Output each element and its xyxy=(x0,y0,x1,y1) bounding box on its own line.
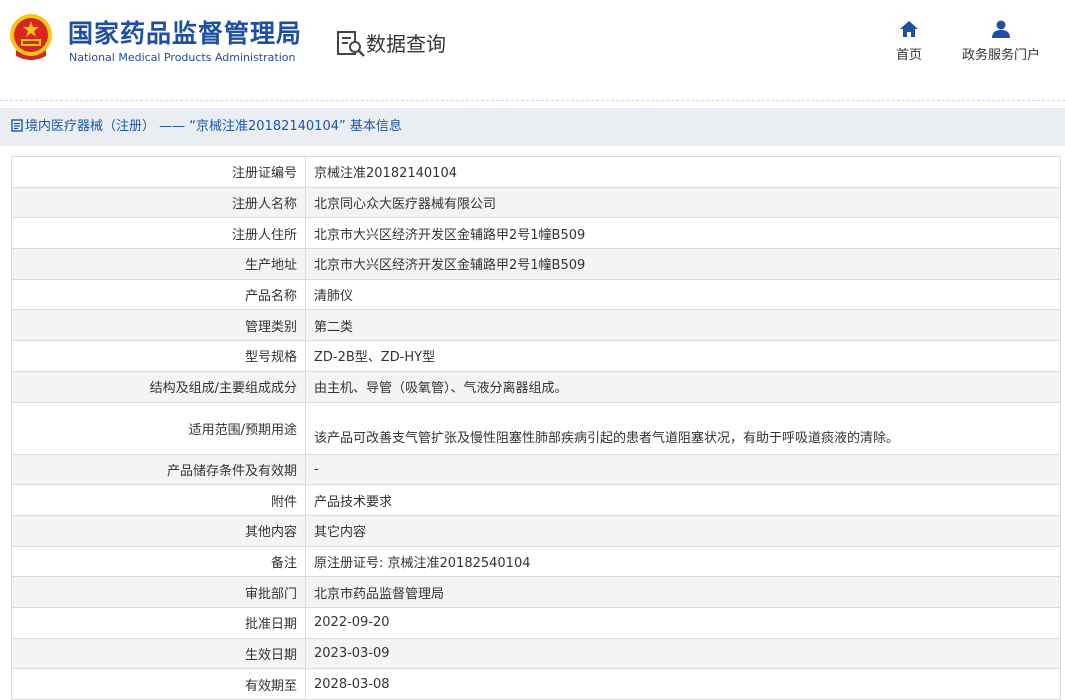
table-row: 适用范围/预期用途 该产品可改善支气管扩张及慢性阻塞性肺部疾病引起的患者气道阻塞状… xyxy=(11,401,1061,455)
field-label: 生产地址 xyxy=(11,248,306,280)
field-label: 备注 xyxy=(11,545,306,578)
field-label: 产品名称 xyxy=(11,278,306,311)
field-value: 北京市大兴区经济开发区金辅路甲2号1幢B509 xyxy=(305,248,1061,280)
field-label: 产品储存条件及有效期 xyxy=(11,453,306,486)
field-label: 生效日期 xyxy=(11,637,306,670)
field-value: ZD-2B型、ZD-HY型 xyxy=(305,340,1061,372)
nav-service-label: 政务服务门户 xyxy=(961,48,1040,63)
field-value: 2028-03-08 xyxy=(305,668,1061,700)
field-value: 北京同心众大医疗器械有限公司 xyxy=(305,186,1061,219)
breadcrumb-text: 境内医疗器械（注册） —— “京械注准20182140104” 基本信息 xyxy=(25,119,402,134)
field-label: 批准日期 xyxy=(11,606,306,639)
field-value: 2023-03-09 xyxy=(305,637,1061,670)
field-value: 产品技术要求 xyxy=(305,484,1061,516)
user-icon xyxy=(992,20,1010,38)
field-label: 型号规格 xyxy=(11,340,306,372)
field-value: 北京市药品监督管理局 xyxy=(305,576,1061,608)
table-row: 生效日期 2023-03-09 xyxy=(11,637,1061,670)
field-label: 其他内容 xyxy=(11,514,306,547)
field-value: 第二类 xyxy=(305,309,1061,342)
table-row: 审批部门 北京市药品监督管理局 xyxy=(11,576,1061,608)
table-row: 附件 产品技术要求 xyxy=(11,484,1061,516)
national-emblem-icon xyxy=(10,14,52,60)
field-label: 结构及组成/主要组成成分 xyxy=(11,370,306,403)
section-title: 数据查询 xyxy=(366,32,446,56)
table-row: 产品储存条件及有效期 - xyxy=(11,453,1061,486)
table-row: 注册证编号 京械注准20182140104 xyxy=(11,156,1061,188)
nav-service-portal-link[interactable]: 政务服务门户 xyxy=(958,20,1044,63)
field-value: 北京市大兴区经济开发区金辅路甲2号1幢B509 xyxy=(305,217,1061,250)
field-label: 附件 xyxy=(11,484,306,516)
field-value: 该产品可改善支气管扩张及慢性阻塞性肺部疾病引起的患者气道阻塞状况，有助于呼吸道痰… xyxy=(305,401,1061,455)
agency-name-cn: 国家药品监督管理局 xyxy=(68,19,303,48)
field-value: 2022-09-20 xyxy=(305,606,1061,639)
document-icon xyxy=(11,119,23,132)
field-label: 注册人名称 xyxy=(11,186,306,219)
field-label: 审批部门 xyxy=(11,576,306,608)
registration-info-table: 注册证编号 京械注准20182140104 注册人名称 北京同心众大医疗器械有限公司… xyxy=(11,156,1061,700)
table-row: 注册人名称 北京同心众大医疗器械有限公司 xyxy=(11,186,1061,219)
breadcrumb: 境内医疗器械（注册） —— “京械注准20182140104” 基本信息 xyxy=(0,108,1065,146)
field-label: 注册人住所 xyxy=(11,217,306,250)
table-row: 有效期至 2028-03-08 xyxy=(11,668,1061,700)
nav-home-link[interactable]: 首页 xyxy=(888,20,930,63)
table-row: 产品名称 清肺仪 xyxy=(11,278,1061,311)
table-row: 批准日期 2022-09-20 xyxy=(11,606,1061,639)
nav-home-label: 首页 xyxy=(895,48,922,63)
header-divider xyxy=(0,100,1065,101)
table-row: 生产地址 北京市大兴区经济开发区金辅路甲2号1幢B509 xyxy=(11,248,1061,280)
field-value: 原注册证号: 京械注准20182540104 xyxy=(305,545,1061,578)
field-label: 注册证编号 xyxy=(11,156,306,188)
table-row: 型号规格 ZD-2B型、ZD-HY型 xyxy=(11,340,1061,372)
field-value: 清肺仪 xyxy=(305,278,1061,311)
field-value: 其它内容 xyxy=(305,514,1061,547)
agency-name-en: National Medical Products Administration xyxy=(69,51,296,64)
table-row: 管理类别 第二类 xyxy=(11,309,1061,342)
table-row: 注册人住所 北京市大兴区经济开发区金辅路甲2号1幢B509 xyxy=(11,217,1061,250)
field-value: - xyxy=(305,453,1061,486)
table-row: 结构及组成/主要组成成分 由主机、导管（吸氧管）、气液分离器组成。 xyxy=(11,370,1061,403)
table-row: 其他内容 其它内容 xyxy=(11,514,1061,547)
field-label: 有效期至 xyxy=(11,668,306,700)
data-query-icon xyxy=(337,31,365,57)
field-value: 由主机、导管（吸氧管）、气液分离器组成。 xyxy=(305,370,1061,403)
field-value: 京械注准20182140104 xyxy=(305,156,1061,188)
table-row: 备注 原注册证号: 京械注准20182540104 xyxy=(11,545,1061,578)
field-label: 管理类别 xyxy=(11,309,306,342)
home-icon xyxy=(900,21,918,37)
field-label: 适用范围/预期用途 xyxy=(11,401,306,455)
site-header: 国家药品监督管理局 National Medical Products Admi… xyxy=(0,0,1065,92)
